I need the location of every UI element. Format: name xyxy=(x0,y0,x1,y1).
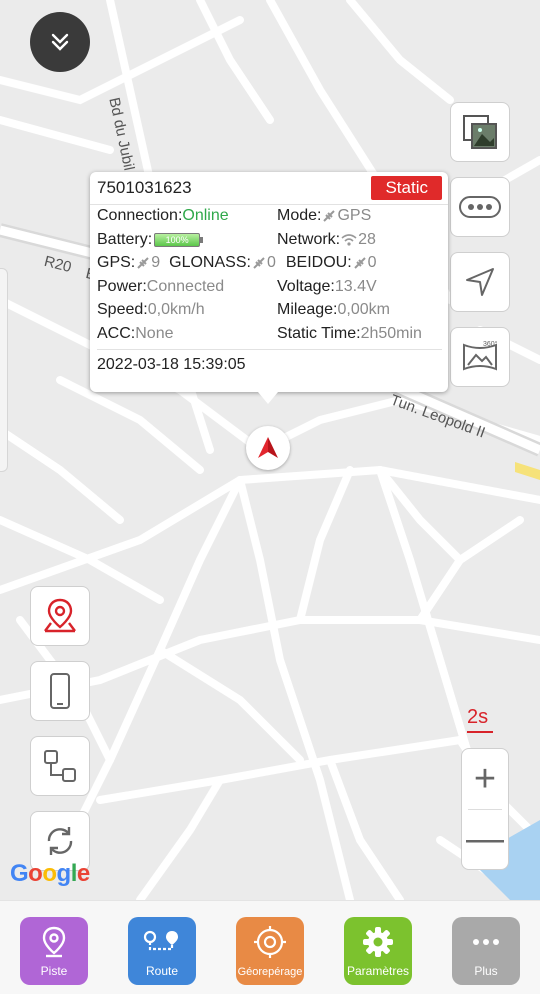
connection-row: Connection: Online xyxy=(97,207,277,225)
location-pin-icon xyxy=(44,598,76,633)
voltage-value: 13.4V xyxy=(334,277,377,295)
more-options-button[interactable] xyxy=(450,177,510,237)
phone-location-button[interactable] xyxy=(30,661,90,721)
battery-label: Battery: xyxy=(97,230,153,248)
zoom-control: + — xyxy=(461,748,509,870)
route-nodes-icon xyxy=(44,750,76,782)
phone-icon xyxy=(50,673,70,709)
mileage-label: Mileage: xyxy=(277,301,338,318)
map-layer-icon xyxy=(463,115,497,149)
acc-label: ACC: xyxy=(97,324,136,342)
tab-georeperage[interactable]: Géorepérage xyxy=(236,917,304,985)
refresh-icon xyxy=(47,827,73,855)
last-update-timestamp: 2022-03-18 15:39:05 xyxy=(97,355,246,373)
satellite-icon xyxy=(137,257,149,269)
more-dots-icon xyxy=(459,196,501,218)
acc-row: ACC: None xyxy=(97,325,277,343)
google-logo: Google xyxy=(10,860,90,887)
beidou-label: BEIDOU: xyxy=(285,254,352,271)
mode-row: Mode: GPS xyxy=(277,207,447,225)
bottom-navigation: Piste Route Géorepérage Paramètres Plus xyxy=(0,900,540,994)
status-badge: Static xyxy=(371,176,442,200)
tab-label: Plus xyxy=(474,964,498,978)
geofence-icon xyxy=(254,926,286,958)
side-drawer-handle[interactable] xyxy=(0,268,8,472)
vehicle-marker[interactable] xyxy=(246,426,290,470)
satellite-icon xyxy=(323,210,336,222)
tab-label: Piste xyxy=(40,964,68,978)
gps-label: GPS: xyxy=(97,254,136,271)
mode-label: Mode: xyxy=(277,207,322,224)
network-label: Network: xyxy=(277,230,341,248)
vehicle-direction-icon xyxy=(258,437,278,458)
satellite-row: GPS: 9 GLONASS: 0 BEIDOU: 0 xyxy=(97,254,447,272)
network-row: Network: 28 xyxy=(277,231,447,249)
gear-icon xyxy=(363,927,393,957)
voltage-label: Voltage: xyxy=(277,277,335,295)
navigate-arrow-icon xyxy=(466,268,494,296)
popup-divider xyxy=(90,204,448,205)
zoom-in-button[interactable]: + xyxy=(462,749,508,809)
connection-label: Connection: xyxy=(97,207,183,224)
navigate-button[interactable] xyxy=(450,252,510,312)
power-value: Connected xyxy=(146,277,225,295)
refresh-interval-label[interactable]: 2s xyxy=(467,706,488,729)
double-chevron-down-icon xyxy=(51,33,69,51)
power-label: Power: xyxy=(97,277,147,295)
more-dots-icon xyxy=(473,939,499,945)
panorama-button[interactable]: 360° xyxy=(450,327,510,387)
glonass-label: GLONASS: xyxy=(169,254,251,271)
speed-row: Speed: 0,0km/h xyxy=(97,301,277,319)
device-id: 7501031623 xyxy=(97,178,192,197)
tab-route[interactable]: Route xyxy=(128,917,196,985)
locate-device-button[interactable] xyxy=(30,586,90,646)
static-time-value: 2h50min xyxy=(360,324,422,342)
collapse-button[interactable] xyxy=(30,12,90,72)
speed-label: Speed: xyxy=(97,301,148,318)
tab-plus[interactable]: Plus xyxy=(452,917,520,985)
mileage-value: 0,00km xyxy=(337,301,390,318)
map-view[interactable]: Bd du Jubil R20 E Tun. Leopold II 360 xyxy=(0,0,540,900)
popup-divider xyxy=(97,348,442,350)
network-value: 28 xyxy=(358,230,376,248)
static-time-label: Static Time: xyxy=(277,324,361,342)
acc-value: None xyxy=(135,324,174,342)
battery-row: Battery: 100% xyxy=(97,231,277,249)
mileage-row: Mileage: 0,00km xyxy=(277,301,447,319)
panorama-360-badge: 360° xyxy=(483,340,498,348)
glonass-value: 0 xyxy=(266,254,276,271)
battery-icon: 100% xyxy=(154,232,204,247)
satellite-icon xyxy=(253,257,265,269)
voltage-row: Voltage: 13.4V xyxy=(277,278,447,296)
zoom-out-button[interactable]: — xyxy=(462,810,508,870)
device-info-popup[interactable]: 7501031623 Static Connection: Online Mode… xyxy=(90,172,448,404)
pin-icon xyxy=(42,926,66,958)
tab-label: Géorepérage xyxy=(237,966,303,978)
gps-value: 9 xyxy=(151,254,161,271)
beidou-value: 0 xyxy=(367,254,377,271)
power-row: Power: Connected xyxy=(97,278,277,296)
connection-value: Online xyxy=(182,207,229,224)
tab-piste[interactable]: Piste xyxy=(20,917,88,985)
wifi-icon xyxy=(341,233,357,246)
tab-label: Route xyxy=(145,964,179,978)
speed-value: 0,0km/h xyxy=(147,301,205,318)
static-time-row: Static Time: 2h50min xyxy=(277,325,447,343)
map-layer-button[interactable] xyxy=(450,102,510,162)
scale-underline xyxy=(467,731,493,733)
route-icon xyxy=(143,930,178,951)
tab-parametres[interactable]: Paramètres xyxy=(344,917,412,985)
mode-value: GPS xyxy=(337,207,372,224)
satellite-icon xyxy=(353,257,366,269)
route-nodes-button[interactable] xyxy=(30,736,90,796)
panorama-360-icon: 360° xyxy=(463,340,498,371)
tab-label: Paramètres xyxy=(346,964,410,978)
